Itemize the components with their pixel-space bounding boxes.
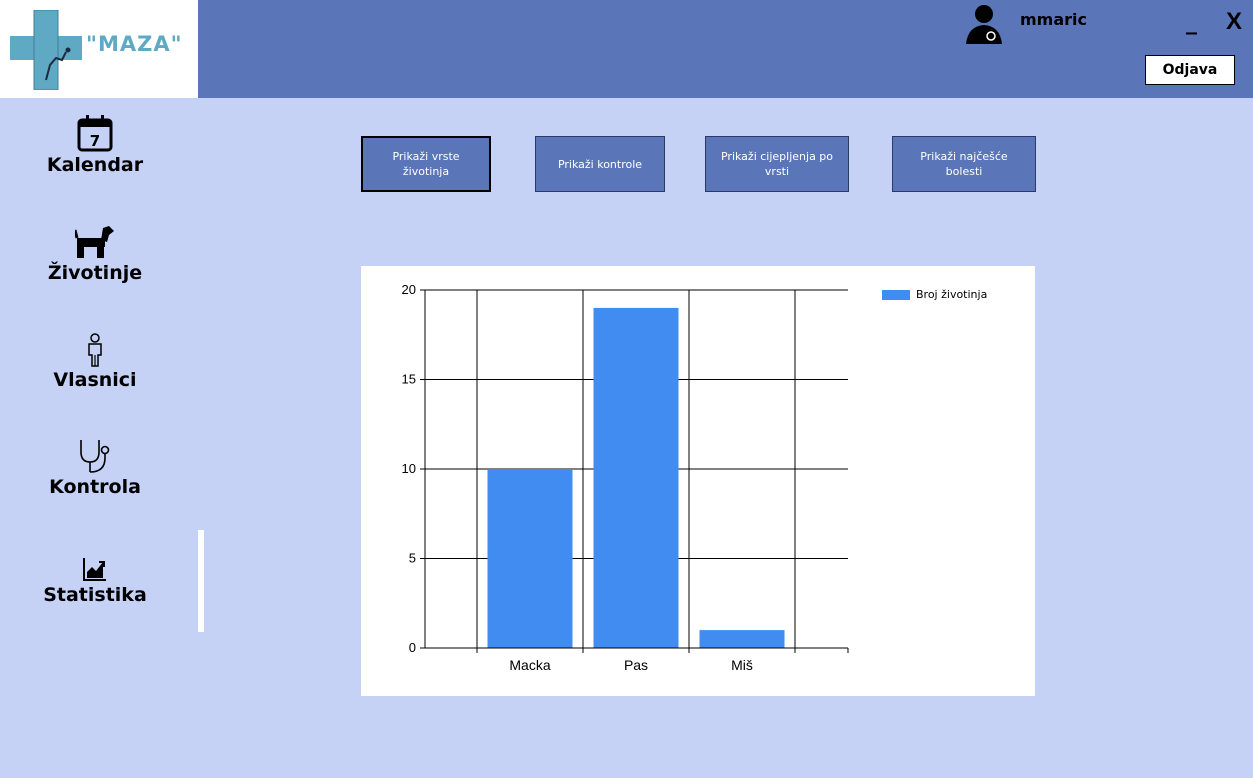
- sidebar-item-label: Vlasnici: [53, 369, 137, 391]
- dog-icon: [75, 218, 115, 260]
- bar-chart: 0 5 10 15 20 Macka Pas Miš: [402, 282, 849, 673]
- y-tick-label: 0: [409, 640, 416, 655]
- legend-label: Broj životinja: [916, 288, 988, 301]
- sidebar-item-label: Kalendar: [46, 154, 144, 176]
- sidebar-item-zivotinje[interactable]: Životinje: [20, 218, 170, 308]
- svg-text:7: 7: [90, 132, 100, 150]
- sidebar-item-vlasnici[interactable]: Vlasnici: [20, 325, 170, 415]
- active-nav-indicator: [198, 530, 204, 632]
- show-vaccinations-button[interactable]: Prikaži cijepljenja po vrsti: [705, 136, 849, 192]
- sidebar-item-kontrola[interactable]: Kontrola: [20, 432, 170, 522]
- chart-legend: Broj životinja: [882, 288, 987, 301]
- medical-cross-logo-icon: [10, 10, 82, 90]
- sidebar-item-label: Životinje: [47, 262, 143, 284]
- y-tick-label: 5: [409, 551, 416, 566]
- calendar-icon: 7: [76, 110, 114, 152]
- bar-miš: [699, 630, 785, 648]
- chart-panel: 0 5 10 15 20 Macka Pas Miš Broj životinja: [361, 266, 1035, 696]
- bar-macka: [487, 469, 573, 648]
- y-tick-label: 20: [402, 282, 416, 297]
- show-checkups-button[interactable]: Prikaži kontrole: [535, 136, 665, 192]
- legend-swatch: [882, 289, 910, 300]
- y-tick-label: 15: [402, 372, 416, 387]
- minimize-button[interactable]: _: [1186, 12, 1197, 34]
- sidebar-item-kalendar[interactable]: 7 Kalendar: [20, 110, 170, 200]
- show-animal-types-button[interactable]: Prikaži vrste životinja: [361, 136, 491, 192]
- logo: "MAZA": [0, 0, 198, 98]
- sidebar-item-label: Statistika: [43, 584, 147, 606]
- bar-pas: [593, 307, 679, 648]
- logo-text: "MAZA": [86, 32, 183, 56]
- x-tick-label: Macka: [509, 657, 550, 673]
- username-label: mmaric: [1020, 10, 1087, 29]
- sidebar-item-statistika[interactable]: Statistika: [20, 540, 170, 630]
- show-common-diseases-button[interactable]: Prikaži najčešće bolesti: [892, 136, 1036, 192]
- person-icon: [85, 325, 105, 367]
- sidebar-item-label: Kontrola: [49, 476, 141, 498]
- stats-icon: [82, 540, 108, 582]
- close-button[interactable]: X: [1226, 8, 1242, 36]
- y-tick-label: 10: [402, 461, 416, 476]
- x-tick-label: Pas: [624, 657, 648, 673]
- x-tick-label: Miš: [731, 657, 753, 673]
- user-avatar-icon: [966, 5, 1002, 44]
- stethoscope-icon: [77, 432, 113, 474]
- logout-button[interactable]: Odjava: [1145, 55, 1235, 85]
